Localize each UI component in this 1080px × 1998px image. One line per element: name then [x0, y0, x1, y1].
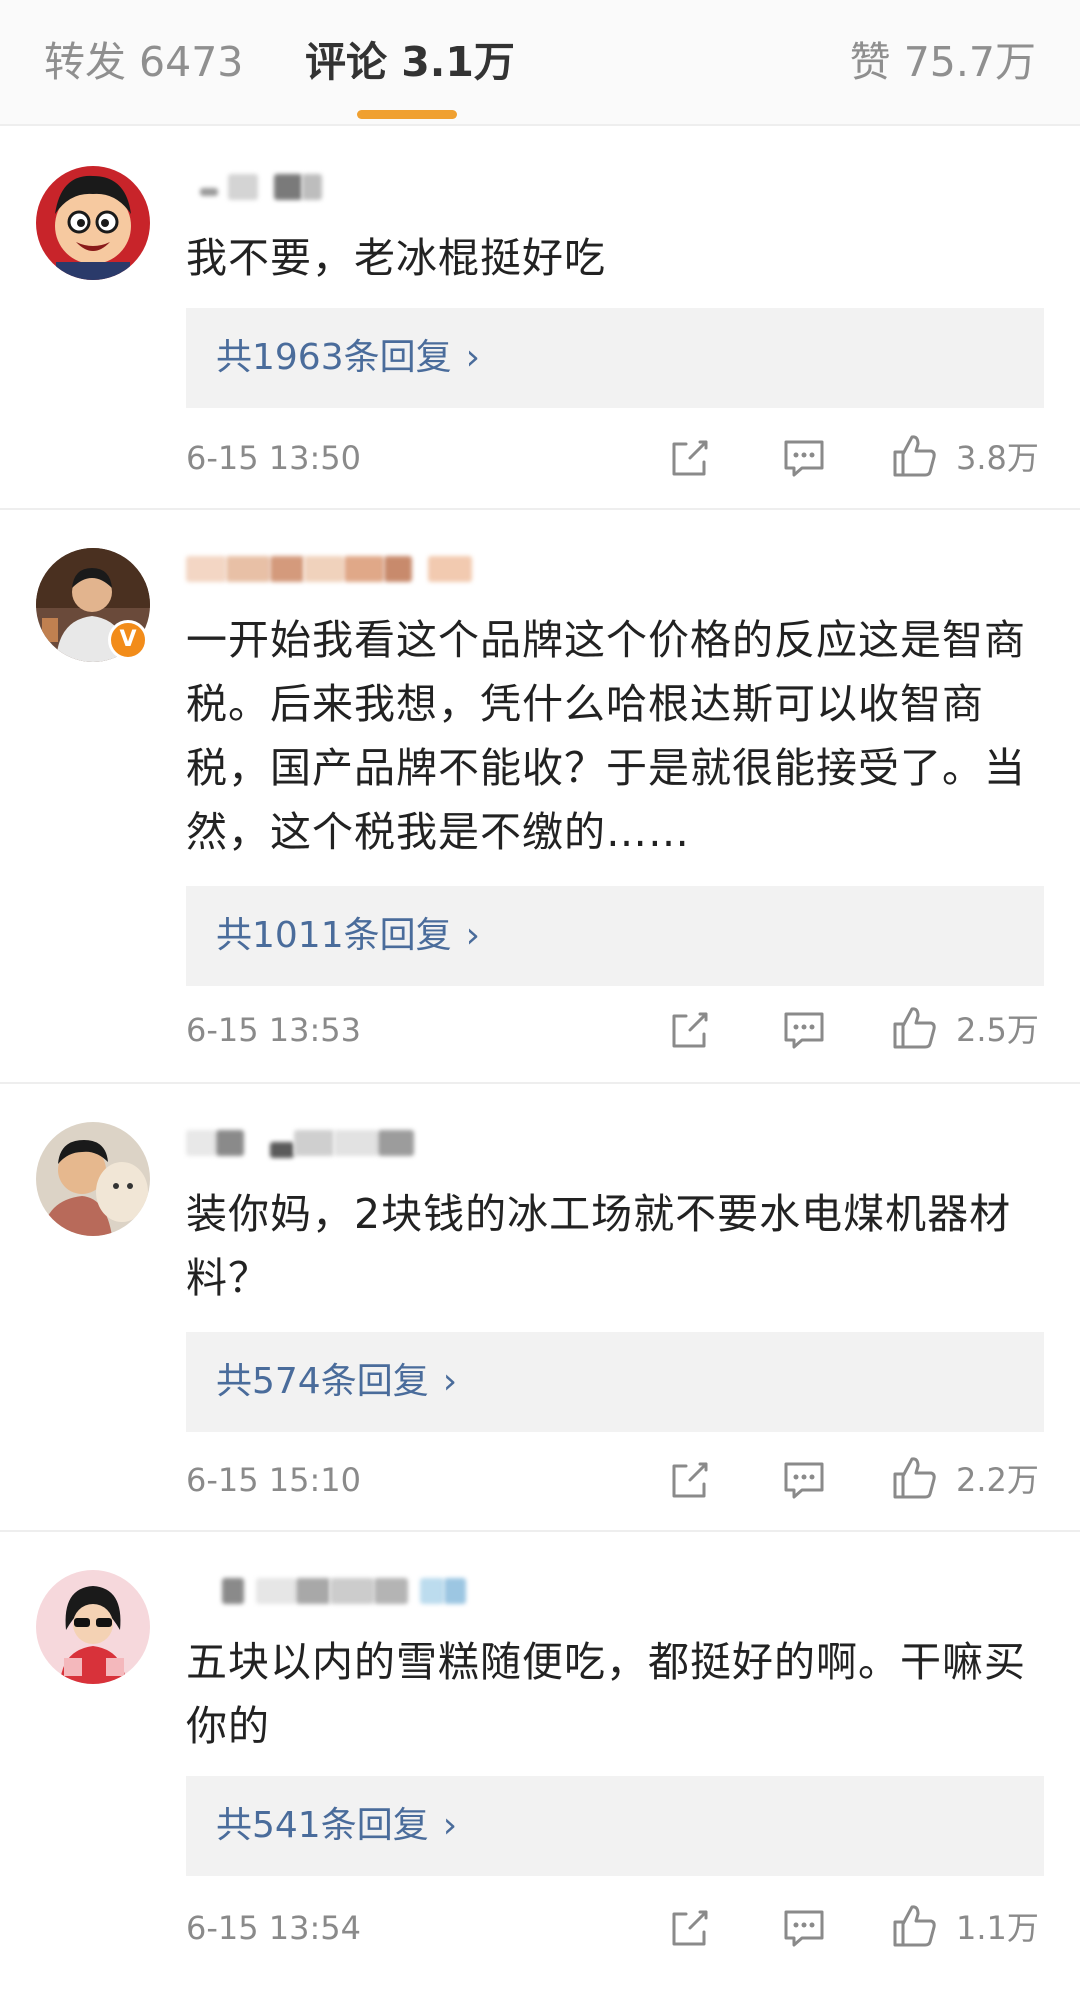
share-icon[interactable]: [666, 1006, 714, 1054]
replies-count-label: 共541条回复: [216, 1805, 429, 1846]
comment-item: 装你妈，2块钱的冰工场就不要水电煤机器材料？ 共574条回复 › 6-15 15:…: [0, 1084, 1080, 1532]
comment-item: V 一开始我看这个品牌这个价格的反应这是智商税。后来我想，凭什么哈根达斯可以收智…: [0, 510, 1080, 1084]
comment-time: 6-15 15:10: [186, 1461, 362, 1499]
share-icon[interactable]: [666, 1456, 714, 1504]
username-obscured[interactable]: [186, 548, 546, 596]
comment-icon[interactable]: [780, 1006, 828, 1054]
comment-meta: 6-15 13:54 1.1万: [186, 1898, 1044, 1958]
active-tab-indicator: [357, 110, 457, 119]
comment-icon[interactable]: [780, 1904, 828, 1952]
view-replies-button[interactable]: 共541条回复 ›: [186, 1776, 1044, 1876]
chevron-right-icon: ›: [465, 915, 481, 956]
like-count: 1.1万: [956, 1909, 1039, 1947]
comment-icon[interactable]: [780, 1456, 828, 1504]
avatar[interactable]: [36, 166, 150, 280]
avatar[interactable]: [36, 1122, 150, 1236]
avatar[interactable]: [36, 1570, 150, 1684]
replies-count-label: 共1963条回复: [216, 337, 452, 378]
replies-count-label: 共574条回复: [216, 1361, 429, 1402]
comment-time: 6-15 13:50: [186, 439, 362, 477]
chevron-right-icon: ›: [465, 337, 481, 378]
username-obscured[interactable]: [186, 1570, 546, 1618]
comment-text: 装你妈，2块钱的冰工场就不要水电煤机器材料？: [186, 1190, 1012, 1302]
comment-text: 五块以内的雪糕随便吃，都挺好的啊。干嘛买你的: [186, 1638, 1026, 1750]
thumbs-up-icon[interactable]: [890, 432, 938, 480]
verified-badge-icon: V: [108, 620, 148, 660]
share-icon[interactable]: [666, 434, 714, 482]
thumbs-up-icon[interactable]: [890, 1902, 938, 1950]
comment-item: 我不要，老冰棍挺好吃 共1963条回复 › 6-15 13:50 3.8万: [0, 128, 1080, 510]
comment-text: 一开始我看这个品牌这个价格的反应这是智商税。后来我想，凭什么哈根达斯可以收智商税…: [186, 616, 1026, 856]
thumbs-up-icon[interactable]: [890, 1004, 938, 1052]
comment-text: 我不要，老冰棍挺好吃: [186, 234, 606, 282]
tab-repost[interactable]: 转发 6473: [44, 34, 243, 90]
view-replies-button[interactable]: 共1011条回复 ›: [186, 886, 1044, 986]
comment-meta: 6-15 13:50 3.8万: [186, 428, 1044, 488]
thumbs-up-icon[interactable]: [890, 1454, 938, 1502]
comment-time: 6-15 13:54: [186, 1909, 362, 1947]
replies-count-label: 共1011条回复: [216, 915, 452, 956]
comment-meta: 6-15 15:10 2.2万: [186, 1450, 1044, 1510]
view-replies-button[interactable]: 共574条回复 ›: [186, 1332, 1044, 1432]
comment-time: 6-15 13:53: [186, 1011, 362, 1049]
like-count: 2.2万: [956, 1461, 1039, 1499]
tab-comments[interactable]: 评论 3.1万: [305, 34, 515, 90]
tab-bar: 转发 6473 评论 3.1万 赞 75.7万: [0, 0, 1080, 126]
username-obscured[interactable]: [186, 166, 546, 214]
comment-meta: 6-15 13:53 2.5万: [186, 1000, 1044, 1060]
comment-icon[interactable]: [780, 434, 828, 482]
like-count: 2.5万: [956, 1011, 1039, 1049]
share-icon[interactable]: [666, 1904, 714, 1952]
like-count: 3.8万: [956, 439, 1039, 477]
chevron-right-icon: ›: [442, 1805, 458, 1846]
chevron-right-icon: ›: [442, 1361, 458, 1402]
comment-item: 五块以内的雪糕随便吃，都挺好的啊。干嘛买你的 共541条回复 › 6-15 13:…: [0, 1532, 1080, 1998]
tab-likes[interactable]: 赞 75.7万: [850, 34, 1036, 90]
view-replies-button[interactable]: 共1963条回复 ›: [186, 308, 1044, 408]
username-obscured[interactable]: [186, 1122, 546, 1170]
